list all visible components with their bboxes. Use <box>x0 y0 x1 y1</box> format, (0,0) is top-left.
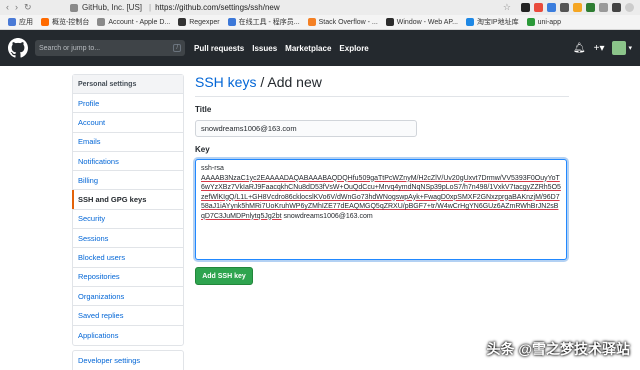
sidebar-item-organizations[interactable]: Organizations <box>73 287 183 306</box>
key-label: Key <box>195 145 569 154</box>
site-identity[interactable]: GitHub, Inc. [US] <box>82 3 142 12</box>
nav-marketplace[interactable]: Marketplace <box>285 44 331 53</box>
watermark: 头条 @雪之梦技术驿站 <box>486 339 630 359</box>
extension-icon[interactable] <box>521 3 530 12</box>
github-header: Search or jump to... / Pull requests Iss… <box>0 30 640 66</box>
extensions-tray <box>521 3 634 12</box>
title-field-value: snowdreams1006@163.com <box>201 124 297 133</box>
add-ssh-key-button[interactable]: Add SSH key <box>195 267 253 285</box>
extension-icon[interactable] <box>573 3 582 12</box>
sidebar-item-sessions[interactable]: Sessions <box>73 229 183 248</box>
sidebar-item-saved-replies[interactable]: Saved replies <box>73 306 183 325</box>
back-icon[interactable]: ‹ <box>6 2 9 13</box>
sidebar-item-applications[interactable]: Applications <box>73 326 183 345</box>
extension-icon[interactable] <box>586 3 595 12</box>
url-separator: | <box>149 3 151 12</box>
main-content: SSH keys / Add new Title snowdreams1006@… <box>195 74 569 285</box>
bookmark-label: uni-app <box>538 19 561 26</box>
plus-icon[interactable]: +▾ <box>594 43 605 54</box>
url-field[interactable]: https://github.com/settings/ssh/new <box>155 3 280 12</box>
sidebar-item-account[interactable]: Account <box>73 113 183 132</box>
bookmark-label: Stack Overflow - ... <box>319 19 378 26</box>
breadcrumb-ssh-keys-link[interactable]: SSH keys <box>195 74 256 90</box>
sidebar-item-billing[interactable]: Billing <box>73 171 183 190</box>
key-comment: snowdreams1006@163.com <box>282 213 373 220</box>
extension-icon[interactable] <box>612 3 621 12</box>
chevron-down-icon: ▾ <box>628 44 632 52</box>
browser-nav-buttons: ‹ › ↻ <box>0 2 70 13</box>
bookmark-label: 概览-控制台 <box>52 17 89 27</box>
bookmark-star-icon[interactable]: ☆ <box>503 2 511 13</box>
avatar-menu[interactable]: ▾ <box>612 41 632 55</box>
bookmark-item[interactable]: Account - Apple D... <box>97 18 170 26</box>
bookmark-label: 在线工具 - 程序员... <box>239 17 300 27</box>
sidebar-item-notifications[interactable]: Notifications <box>73 152 183 171</box>
sidebar-item-profile[interactable]: Profile <box>73 94 183 113</box>
bookmark-label: Account - Apple D... <box>108 19 170 26</box>
bookmark-favicon-icon <box>527 18 535 26</box>
bookmark-item[interactable]: 淘宝IP地址库 <box>466 17 519 27</box>
sidebar-item-ssh-and-gpg-keys[interactable]: SSH and GPG keys <box>73 190 183 209</box>
bookmark-favicon-icon <box>228 18 236 26</box>
bookmark-item[interactable]: 在线工具 - 程序员... <box>228 17 300 27</box>
bookmark-favicon-icon <box>178 18 186 26</box>
bookmarks-bar: 应用 概览-控制台 Account - Apple D... Regexper 在线工具… <box>0 15 640 30</box>
bookmark-favicon-icon <box>308 18 316 26</box>
extension-icon[interactable] <box>547 3 556 12</box>
title-field[interactable]: snowdreams1006@163.com <box>195 120 417 137</box>
bookmark-item[interactable]: Window - Web AP... <box>386 18 458 26</box>
github-logo-icon[interactable] <box>8 38 28 58</box>
search-shortcut-badge: / <box>173 44 181 52</box>
bookmark-favicon-icon <box>41 18 49 26</box>
reload-icon[interactable]: ↻ <box>24 2 32 13</box>
bookmark-favicon-icon <box>386 18 394 26</box>
search-input[interactable]: Search or jump to... / <box>35 40 185 56</box>
bookmark-favicon-icon <box>8 18 16 26</box>
extension-icon[interactable] <box>534 3 543 12</box>
nav-explore[interactable]: Explore <box>339 44 368 53</box>
header-nav: Pull requests Issues Marketplace Explore <box>194 44 369 53</box>
bookmark-item[interactable]: Regexper <box>178 18 219 26</box>
bookmark-item[interactable]: 概览-控制台 <box>41 17 89 27</box>
breadcrumb-current: / Add new <box>256 74 321 90</box>
profile-icon[interactable] <box>625 3 634 12</box>
header-actions: 🔔︎ +▾ ▾ <box>573 41 632 55</box>
bookmark-label: 应用 <box>19 17 33 27</box>
key-type: ssh-rsa <box>201 164 561 174</box>
nav-pull-requests[interactable]: Pull requests <box>194 44 244 53</box>
bookmark-item[interactable]: 应用 <box>8 17 33 27</box>
nav-issues[interactable]: Issues <box>252 44 277 53</box>
bookmark-item[interactable]: uni-app <box>527 18 561 26</box>
search-placeholder: Search or jump to... <box>39 45 100 52</box>
key-textarea[interactable]: ssh-rsa AAAAB3NzaC1yc2EAAAADAQABAAABAQDQ… <box>195 159 567 260</box>
lock-icon <box>70 4 78 12</box>
bookmark-favicon-icon <box>97 18 105 26</box>
key-value: AAAAB3NzaC1yc2EAAAADAQABAAABAQDQHfu509ga… <box>201 175 561 220</box>
page-title: SSH keys / Add new <box>195 74 569 97</box>
sidebar-item-emails[interactable]: Emails <box>73 133 183 152</box>
bookmark-label: 淘宝IP地址库 <box>477 17 519 27</box>
bookmark-item[interactable]: Stack Overflow - ... <box>308 18 378 26</box>
bookmark-label: Regexper <box>189 19 219 26</box>
bookmark-label: Window - Web AP... <box>397 19 458 26</box>
watermark-text: 头条 @雪之梦技术驿站 <box>486 339 630 359</box>
sidebar-heading: Personal settings <box>73 75 183 94</box>
extension-icon[interactable] <box>560 3 569 12</box>
settings-sidebar: Personal settings ProfileAccountEmailsNo… <box>72 74 184 346</box>
forward-icon[interactable]: › <box>15 2 18 13</box>
bookmark-favicon-icon <box>466 18 474 26</box>
bell-icon[interactable]: 🔔︎ <box>573 43 586 54</box>
extension-icon[interactable] <box>599 3 608 12</box>
sidebar-item-developer-settings[interactable]: Developer settings <box>72 350 184 370</box>
sidebar-item-repositories[interactable]: Repositories <box>73 268 183 287</box>
title-label: Title <box>195 105 569 114</box>
browser-address-bar: ‹ › ↻ GitHub, Inc. [US] | https://github… <box>0 0 640 15</box>
sidebar-item-security[interactable]: Security <box>73 210 183 229</box>
avatar <box>612 41 626 55</box>
sidebar-item-blocked-users[interactable]: Blocked users <box>73 248 183 267</box>
